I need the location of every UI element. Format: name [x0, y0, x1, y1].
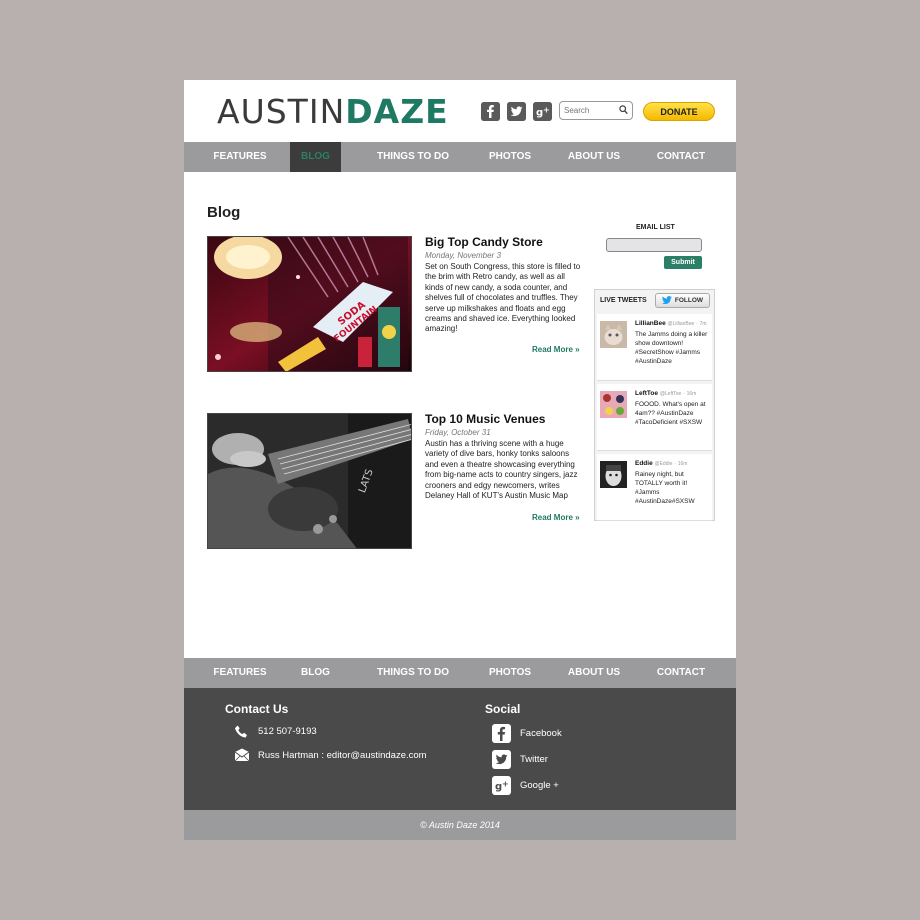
live-tweets-header: LIVE TWEETS FOLLOW	[595, 290, 714, 312]
follow-button[interactable]: FOLLOW	[655, 293, 710, 308]
search-box[interactable]	[559, 101, 633, 120]
logo-part-daze: DAZE	[345, 92, 449, 131]
envelope-icon	[234, 748, 250, 767]
google-plus-icon[interactable]: g +	[492, 776, 511, 800]
tweet-item[interactable]: LeftToe @LeftToe · 16m FOOOD. What's ope…	[597, 384, 712, 451]
footer-link-google-plus[interactable]: Google +	[520, 780, 559, 791]
nav-item-things-to-do[interactable]: THINGS TO DO	[370, 142, 456, 172]
donate-button[interactable]: DONATE	[643, 102, 715, 121]
post-title[interactable]: Top 10 Music Venues	[425, 412, 545, 426]
contact-heading: Contact Us	[225, 702, 289, 716]
tweet-name: LeftToe	[635, 390, 658, 397]
nav-item-contact[interactable]: CONTACT	[648, 142, 714, 172]
post-image-candy-store[interactable]: SODA FOUNTAIN	[207, 236, 412, 372]
live-tweets-widget: LIVE TWEETS FOLLOW LillianBee @LillianBe…	[594, 289, 715, 521]
twitter-bird-icon	[661, 295, 672, 306]
post-image-music-venues[interactable]: LATS	[207, 413, 412, 549]
live-tweets-label: LIVE TWEETS	[600, 297, 647, 304]
post-excerpt: Set on South Congress, this store is fil…	[425, 262, 581, 334]
tweet-author[interactable]: LeftToe @LeftToe · 16m	[635, 390, 696, 397]
logo-part-austin: AUSTIN	[217, 92, 346, 131]
tweet-author[interactable]: Eddie @Eddie · 16m	[635, 460, 687, 467]
tweet-time: 7m	[699, 321, 707, 327]
tweet-name: Eddie	[635, 460, 653, 467]
nav-item-about-us[interactable]: ABOUT US	[560, 142, 628, 172]
follow-label: FOLLOW	[674, 297, 704, 304]
main-nav: FEATURES BLOG THINGS TO DO PHOTOS ABOUT …	[184, 142, 736, 172]
tweet-handle: @LeftToe	[659, 391, 682, 397]
nav-item-blog[interactable]: BLOG	[290, 142, 341, 172]
facebook-icon[interactable]	[481, 102, 500, 121]
tweet-time: 16m	[677, 461, 688, 467]
tweet-author[interactable]: LillianBee @LillianBee · 7m	[635, 320, 707, 327]
footer-nav: FEATURES BLOG THINGS TO DO PHOTOS ABOUT …	[184, 658, 736, 688]
tweet-separator: ·	[683, 391, 685, 397]
phone-icon	[234, 724, 250, 745]
copyright: © Austin Daze 2014	[184, 810, 736, 840]
tweet-item[interactable]: Eddie @Eddie · 16m Rainey night, but TOT…	[597, 454, 712, 521]
footer-nav-item-about-us[interactable]: ABOUT US	[560, 658, 628, 688]
avatar[interactable]	[600, 461, 627, 488]
svg-text:+: +	[502, 780, 509, 789]
footer-nav-item-features[interactable]: FEATURES	[206, 658, 274, 688]
footer-nav-item-contact[interactable]: CONTACT	[648, 658, 714, 688]
page-title: Blog	[207, 204, 241, 221]
tweet-text: The Jamms doing a killer show downtown! …	[635, 331, 708, 365]
search-icon[interactable]	[619, 105, 628, 117]
facebook-icon[interactable]	[492, 724, 511, 748]
nav-item-photos[interactable]: PHOTOS	[480, 142, 540, 172]
contact-email[interactable]: Russ Hartman : editor@austindaze.com	[258, 750, 427, 761]
footer-nav-item-photos[interactable]: PHOTOS	[480, 658, 540, 688]
footer-nav-item-blog[interactable]: BLOG	[290, 658, 341, 688]
email-field[interactable]	[606, 238, 702, 252]
post-date: Monday, November 3	[425, 251, 501, 260]
phone-number[interactable]: 512 507-9193	[258, 726, 317, 737]
svg-text:+: +	[543, 106, 550, 115]
tweet-time: 16m	[686, 391, 697, 397]
twitter-icon[interactable]	[507, 102, 526, 121]
search-input[interactable]	[560, 102, 616, 118]
site-logo[interactable]: AUSTINDAZE	[217, 92, 449, 132]
twitter-icon[interactable]	[492, 750, 511, 774]
tweet-separator: ·	[674, 461, 676, 467]
page: AUSTINDAZE g+ DONATE FEATURES BLOG THING…	[184, 80, 736, 840]
avatar[interactable]	[600, 391, 627, 418]
tweet-handle: @Eddie	[654, 461, 673, 467]
google-plus-icon[interactable]: g +	[533, 102, 552, 121]
tweet-text: Rainey night, but TOTALLY worth it! #Jam…	[635, 471, 695, 505]
post-date: Friday, October 31	[425, 428, 491, 437]
tweet-separator: ·	[696, 321, 698, 327]
nav-item-features[interactable]: FEATURES	[206, 142, 274, 172]
email-list-label: EMAIL LIST	[636, 224, 675, 231]
footer-nav-item-things-to-do[interactable]: THINGS TO DO	[370, 658, 456, 688]
footer-link-facebook[interactable]: Facebook	[520, 728, 562, 739]
read-more-link[interactable]: Read More »	[532, 345, 580, 354]
post-title[interactable]: Big Top Candy Store	[425, 235, 543, 249]
social-heading: Social	[485, 702, 521, 716]
submit-button[interactable]: Submit	[664, 256, 702, 269]
footer: Contact Us 512 507-9193 Russ Hartman : e…	[184, 688, 736, 810]
post-excerpt: Austin has a thriving scene with a huge …	[425, 439, 578, 501]
footer-link-twitter[interactable]: Twitter	[520, 754, 548, 765]
avatar[interactable]	[600, 321, 627, 348]
tweet-handle: @LillianBee	[667, 321, 695, 327]
header: AUSTINDAZE g+ DONATE	[184, 80, 736, 142]
tweet-name: LillianBee	[635, 320, 666, 327]
read-more-link[interactable]: Read More »	[532, 513, 580, 522]
tweet-text: FOOOD. What's open at 4am?? #AustinDaze …	[635, 401, 706, 426]
tweet-item[interactable]: LillianBee @LillianBee · 7m The Jamms do…	[597, 314, 712, 381]
